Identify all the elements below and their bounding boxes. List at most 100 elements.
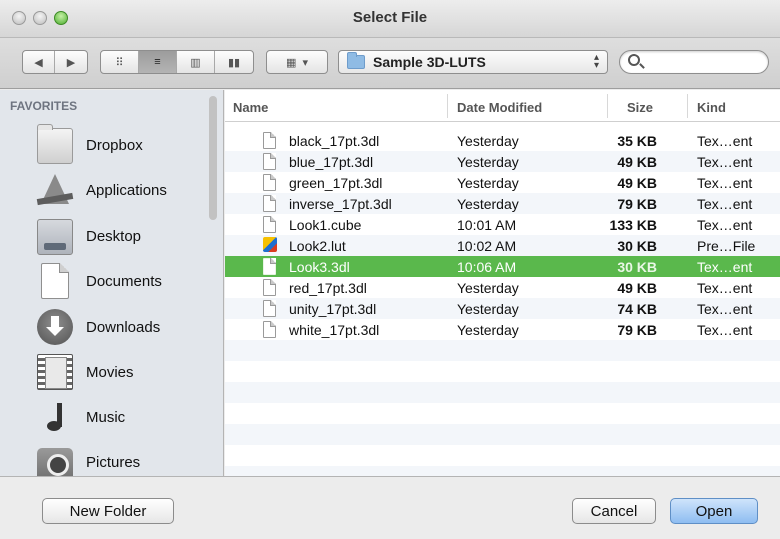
list-header: Name Date Modified Size Kind bbox=[225, 90, 780, 122]
file-name: green_17pt.3dl bbox=[289, 175, 383, 191]
sidebar-item-label: Dropbox bbox=[86, 136, 143, 154]
toolbar: ◀ ▶ ⠿ ≡ ▥ ▮▮ ▦ ▾ Sample 3D-LUTS ▴ ▾ bbox=[0, 38, 780, 89]
back-arrow-icon: ◀ bbox=[34, 56, 43, 69]
column-header-size[interactable]: Size bbox=[627, 100, 653, 115]
location-popup[interactable]: Sample 3D-LUTS ▴ ▾ bbox=[338, 50, 608, 74]
music-icon bbox=[37, 399, 73, 435]
file-size: 49 KB bbox=[617, 154, 657, 170]
empty-row bbox=[225, 424, 780, 445]
file-size: 79 KB bbox=[617, 322, 657, 338]
file-row[interactable]: unity_17pt.3dl Yesterday 74 KB Tex…ent bbox=[225, 298, 780, 319]
file-row[interactable]: blue_17pt.3dl Yesterday 49 KB Tex…ent bbox=[225, 151, 780, 172]
file-size: 30 KB bbox=[617, 238, 657, 254]
file-size: 35 KB bbox=[617, 133, 657, 149]
empty-row bbox=[225, 340, 780, 361]
file-date: Yesterday bbox=[457, 133, 519, 149]
sidebar-item-label: Documents bbox=[86, 272, 162, 290]
chevron-down-icon: ▾ bbox=[302, 56, 308, 69]
file-date: Yesterday bbox=[457, 196, 519, 212]
file-size: 133 KB bbox=[609, 217, 657, 233]
empty-row bbox=[225, 361, 780, 382]
empty-row bbox=[225, 382, 780, 403]
sidebar-item-documents[interactable]: Documents bbox=[0, 259, 223, 303]
navigation-buttons: ◀ ▶ bbox=[22, 50, 88, 74]
icon-view-button[interactable]: ⠿ bbox=[101, 51, 139, 73]
file-kind: Tex…ent bbox=[697, 196, 753, 212]
column-header-name[interactable]: Name bbox=[233, 100, 268, 115]
search-field[interactable] bbox=[619, 50, 769, 74]
sidebar-item-label: Pictures bbox=[86, 453, 141, 471]
arrange-menu-button[interactable]: ▦ ▾ bbox=[266, 50, 328, 74]
dialog-footer: New Folder Cancel Open bbox=[0, 476, 780, 539]
file-row[interactable]: inverse_17pt.3dl Yesterday 79 KB Tex…ent bbox=[225, 193, 780, 214]
column-divider[interactable] bbox=[687, 94, 688, 118]
folder-icon bbox=[37, 124, 73, 164]
sidebar: FAVORITES Dropbox Applications Desktop D… bbox=[0, 90, 224, 476]
sidebar-item-downloads[interactable]: Downloads bbox=[0, 305, 223, 349]
file-row[interactable]: Look1.cube 10:01 AM 133 KB Tex…ent bbox=[225, 214, 780, 235]
file-size: 49 KB bbox=[617, 175, 657, 191]
file-date: 10:06 AM bbox=[457, 259, 517, 275]
sidebar-item-applications[interactable]: Applications bbox=[0, 168, 223, 212]
file-date: Yesterday bbox=[457, 301, 519, 317]
file-date: Yesterday bbox=[457, 175, 519, 191]
arrange-grid-icon: ▦ bbox=[286, 56, 297, 69]
file-kind: Tex…ent bbox=[697, 175, 753, 191]
file-row[interactable]: black_17pt.3dl Yesterday 35 KB Tex…ent bbox=[225, 130, 780, 151]
search-input[interactable] bbox=[646, 54, 761, 70]
text-file-icon bbox=[263, 216, 276, 233]
column-divider[interactable] bbox=[447, 94, 448, 118]
file-kind: Tex…ent bbox=[697, 280, 753, 296]
file-row[interactable]: Look2.lut 10:02 AM 30 KB Pre…File bbox=[225, 235, 780, 256]
text-file-icon bbox=[263, 195, 276, 212]
text-file-icon bbox=[263, 300, 276, 317]
file-kind: Tex…ent bbox=[697, 217, 753, 233]
file-size: 79 KB bbox=[617, 196, 657, 212]
pictures-icon bbox=[37, 448, 73, 476]
file-row[interactable]: green_17pt.3dl Yesterday 49 KB Tex…ent bbox=[225, 172, 780, 193]
file-kind: Tex…ent bbox=[697, 154, 753, 170]
back-button[interactable]: ◀ bbox=[23, 51, 55, 73]
text-file-icon bbox=[263, 153, 276, 170]
file-date: Yesterday bbox=[457, 322, 519, 338]
file-name: Look3.3dl bbox=[289, 259, 350, 275]
cover-flow-button[interactable]: ▮▮ bbox=[215, 51, 253, 73]
title-bar: Select File bbox=[0, 0, 780, 38]
file-size: 74 KB bbox=[617, 301, 657, 317]
sidebar-item-dropbox[interactable]: Dropbox bbox=[0, 123, 223, 167]
movies-icon bbox=[37, 354, 73, 390]
sidebar-item-music[interactable]: Music bbox=[0, 395, 223, 439]
forward-button[interactable]: ▶ bbox=[55, 51, 87, 73]
file-row-selected[interactable]: Look3.3dl 10:06 AM 30 KB Tex…ent bbox=[225, 256, 780, 277]
column-header-date-modified[interactable]: Date Modified bbox=[457, 100, 542, 115]
desktop-icon bbox=[37, 219, 73, 255]
column-header-kind[interactable]: Kind bbox=[697, 100, 726, 115]
file-date: 10:02 AM bbox=[457, 238, 517, 254]
file-kind: Tex…ent bbox=[697, 301, 753, 317]
text-file-icon bbox=[263, 132, 276, 149]
view-mode-buttons: ⠿ ≡ ▥ ▮▮ bbox=[100, 50, 254, 74]
sidebar-heading-favorites: FAVORITES bbox=[10, 99, 78, 113]
sidebar-item-movies[interactable]: Movies bbox=[0, 350, 223, 394]
icon-view-icon: ⠿ bbox=[115, 56, 124, 69]
sidebar-item-desktop[interactable]: Desktop bbox=[0, 214, 223, 258]
empty-row bbox=[225, 466, 780, 476]
text-file-icon bbox=[263, 174, 276, 191]
column-view-button[interactable]: ▥ bbox=[177, 51, 215, 73]
arrange-segment: ▦ ▾ bbox=[267, 51, 327, 73]
column-divider[interactable] bbox=[607, 94, 608, 118]
file-name: red_17pt.3dl bbox=[289, 280, 367, 296]
open-button[interactable]: Open bbox=[670, 498, 758, 524]
file-row[interactable]: red_17pt.3dl Yesterday 49 KB Tex…ent bbox=[225, 277, 780, 298]
file-list: Name Date Modified Size Kind black_17pt.… bbox=[225, 90, 780, 476]
cancel-button[interactable]: Cancel bbox=[572, 498, 656, 524]
file-row[interactable]: white_17pt.3dl Yesterday 79 KB Tex…ent bbox=[225, 319, 780, 340]
forward-arrow-icon: ▶ bbox=[66, 56, 76, 69]
file-date: Yesterday bbox=[457, 154, 519, 170]
list-view-button[interactable]: ≡ bbox=[139, 51, 177, 73]
new-folder-button[interactable]: New Folder bbox=[42, 498, 174, 524]
sidebar-item-pictures[interactable]: Pictures bbox=[0, 440, 223, 476]
file-name: white_17pt.3dl bbox=[289, 322, 380, 338]
sidebar-item-label: Downloads bbox=[86, 318, 161, 336]
file-date: Yesterday bbox=[457, 280, 519, 296]
